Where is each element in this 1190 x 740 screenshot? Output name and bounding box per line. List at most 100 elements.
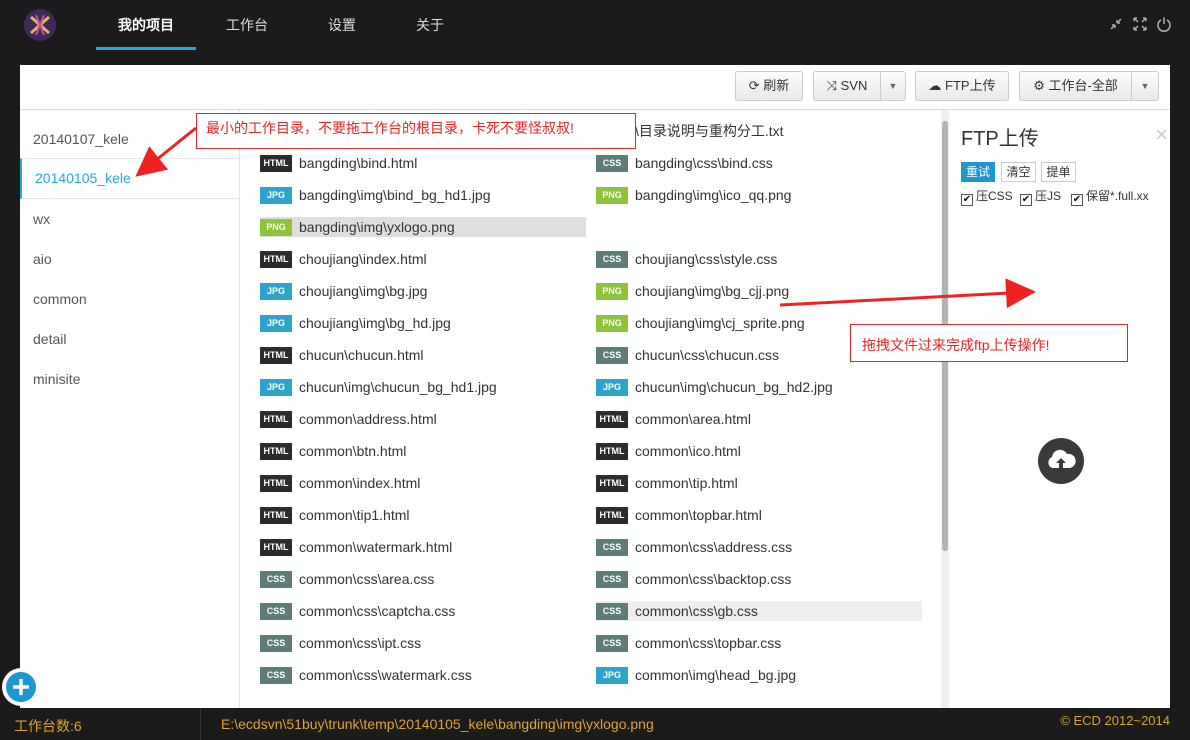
file-item[interactable]: CSS common\css\area.css bbox=[260, 569, 586, 589]
file-item[interactable]: CSS common\css\backtop.css bbox=[596, 569, 922, 589]
file-name: common\btn.html bbox=[299, 443, 407, 459]
sidebar-item-detail[interactable]: detail bbox=[20, 319, 239, 359]
file-item[interactable]: HTML common\ico.html bbox=[596, 441, 922, 461]
shuffle-icon: ⤨ bbox=[826, 78, 838, 93]
file-type-badge: HTML bbox=[596, 475, 628, 492]
workspace-dropdown-toggle[interactable]: ▼ bbox=[1132, 71, 1159, 101]
keep-full-checkbox[interactable]: ✔ 保留*.full.xx bbox=[1071, 188, 1149, 206]
app-logo bbox=[24, 9, 56, 41]
file-name: choujiang\css\style.css bbox=[635, 251, 778, 267]
file-item[interactable]: HTML chucun\chucun.html bbox=[260, 345, 586, 365]
file-name: choujiang\img\bg.jpg bbox=[299, 283, 428, 299]
gear-icon: ⚙ bbox=[1033, 78, 1045, 93]
file-name: common\css\topbar.css bbox=[635, 635, 782, 651]
toolbar: ⟳ 刷新 ⤨ SVN ▼ ☁ FTP上传 ⚙ 工作台-全部 ▼ bbox=[20, 65, 1170, 109]
power-icon[interactable] bbox=[1156, 16, 1172, 32]
tab-workspace[interactable]: 工作台 bbox=[212, 0, 282, 50]
file-item[interactable]: JPG chucun\img\chucun_bg_hd1.jpg bbox=[260, 377, 586, 397]
caret-down-icon: ▼ bbox=[888, 81, 898, 91]
compress-js-checkbox[interactable]: ✔ 压JS bbox=[1020, 188, 1061, 206]
close-icon[interactable]: × bbox=[1155, 122, 1168, 148]
compress-css-checkbox[interactable]: ✔ 压CSS bbox=[961, 188, 1013, 206]
file-item[interactable]: CSS bangding\css\bind.css bbox=[596, 153, 922, 173]
workspace-label: 工作台-全部 bbox=[1048, 78, 1118, 93]
sidebar-item-common[interactable]: common bbox=[20, 279, 239, 319]
svn-label: SVN bbox=[840, 78, 868, 93]
ftp-upload-button[interactable]: ☁ FTP上传 bbox=[915, 71, 1009, 101]
file-item[interactable]: HTML common\tip1.html bbox=[260, 505, 586, 525]
file-item[interactable]: JPG bangding\img\bind_bg_hd1.jpg bbox=[260, 185, 586, 205]
checkbox-checked-icon: ✔ bbox=[961, 194, 973, 206]
file-item[interactable]: JPG choujiang\img\bg_hd.jpg bbox=[260, 313, 586, 333]
file-item[interactable]: PNG choujiang\img\bg_cjj.png bbox=[596, 281, 922, 301]
tab-settings[interactable]: 设置 bbox=[312, 0, 372, 50]
file-type-badge: JPG bbox=[596, 379, 628, 396]
copyright: © ECD 2012~2014 bbox=[1060, 713, 1170, 728]
file-type-badge: PNG bbox=[596, 283, 628, 300]
file-item[interactable]: PNG bangding\img\ico_qq.png bbox=[596, 185, 922, 205]
sidebar-item-minisite[interactable]: minisite bbox=[20, 359, 239, 399]
sidebar-item-wx[interactable]: wx bbox=[20, 199, 239, 239]
file-type-badge: CSS bbox=[596, 571, 628, 588]
tab-my-projects[interactable]: 我的项目 bbox=[96, 0, 196, 50]
file-type-badge: JPG bbox=[260, 315, 292, 332]
file-item[interactable]: HTML common\area.html bbox=[596, 409, 922, 429]
file-item[interactable]: CSS common\css\address.css bbox=[596, 537, 922, 557]
cloud-upload-icon: ☁ bbox=[928, 78, 942, 93]
minimize-icon[interactable] bbox=[1108, 16, 1124, 32]
file-item[interactable]: HTML common\tip.html bbox=[596, 473, 922, 493]
file-item[interactable]: CSS common\css\watermark.css bbox=[260, 665, 586, 685]
file-type-badge: CSS bbox=[260, 571, 292, 588]
submit-button[interactable]: 提单 bbox=[1041, 162, 1076, 182]
file-item[interactable]: HTML common\topbar.html bbox=[596, 505, 922, 525]
file-type-badge: JPG bbox=[260, 379, 292, 396]
sidebar-item-aio[interactable]: aio bbox=[20, 239, 239, 279]
file-item[interactable]: HTML choujiang\index.html bbox=[260, 249, 586, 269]
file-item[interactable]: CSS common\css\topbar.css bbox=[596, 633, 922, 653]
file-item[interactable]: HTML bangding\bind.html bbox=[260, 153, 586, 173]
workspace-all-button[interactable]: ⚙ 工作台-全部 bbox=[1019, 71, 1132, 101]
file-type-badge: HTML bbox=[596, 411, 628, 428]
sidebar-item-20140105-kele[interactable]: 20140105_kele bbox=[20, 158, 239, 199]
svn-button[interactable]: ⤨ SVN bbox=[813, 71, 881, 101]
file-type-badge: CSS bbox=[260, 635, 292, 652]
file-name: common\watermark.html bbox=[299, 539, 453, 555]
caret-down-icon: ▼ bbox=[1140, 81, 1150, 91]
add-workspace-button[interactable] bbox=[2, 668, 40, 706]
file-item[interactable]: HTML common\watermark.html bbox=[260, 537, 586, 557]
fullscreen-icon[interactable] bbox=[1132, 16, 1148, 32]
file-type-badge: CSS bbox=[596, 603, 628, 620]
svn-dropdown-toggle[interactable]: ▼ bbox=[881, 71, 906, 101]
file-name: common\topbar.html bbox=[635, 507, 762, 523]
file-item[interactable]: HTML common\address.html bbox=[260, 409, 586, 429]
file-name: chucun\img\chucun_bg_hd2.jpg bbox=[635, 379, 833, 395]
file-item[interactable]: CSS common\css\gb.css bbox=[596, 601, 922, 621]
clear-button[interactable]: 清空 bbox=[1001, 162, 1036, 182]
file-type-badge: CSS bbox=[260, 667, 292, 684]
file-item[interactable]: CSS common\css\captcha.css bbox=[260, 601, 586, 621]
ftp-upload-panel[interactable]: FTP上传 × 重试 清空 提单 ✔ 压CSS ✔ 压JS ✔ 保留*.full.xx bbox=[950, 110, 1170, 708]
tab-about[interactable]: 关于 bbox=[400, 0, 460, 50]
refresh-icon: ⟳ bbox=[748, 78, 760, 93]
status-bar: 工作台数:6 E:\ecdsvn\51buy\trunk\temp\201401… bbox=[0, 708, 1190, 740]
file-type-badge: HTML bbox=[260, 155, 292, 172]
file-name: common\css\backtop.css bbox=[635, 571, 792, 587]
retry-button[interactable]: 重试 bbox=[961, 162, 995, 182]
file-name: common\ico.html bbox=[635, 443, 741, 459]
file-item[interactable]: PNG bangding\img\yxlogo.png bbox=[260, 217, 586, 237]
file-item[interactable]: JPG chucun\img\chucun_bg_hd2.jpg bbox=[596, 377, 922, 397]
file-type-badge: PNG bbox=[260, 219, 292, 236]
file-item[interactable]: JPG common\img\head_bg.jpg bbox=[596, 665, 922, 685]
cloud-upload-icon[interactable] bbox=[1038, 438, 1084, 484]
file-item[interactable]: CSS common\css\ipt.css bbox=[260, 633, 586, 653]
file-name: common\css\gb.css bbox=[635, 603, 758, 619]
file-type-badge: HTML bbox=[260, 539, 292, 556]
file-name: bangding\img\bind_bg_hd1.jpg bbox=[299, 187, 491, 203]
file-item[interactable]: HTML common\index.html bbox=[260, 473, 586, 493]
file-item[interactable]: TXT\目录说明与重构分工.txt bbox=[596, 121, 922, 141]
file-item[interactable]: CSS choujiang\css\style.css bbox=[596, 249, 922, 269]
file-item[interactable]: JPG choujiang\img\bg.jpg bbox=[260, 281, 586, 301]
refresh-button[interactable]: ⟳ 刷新 bbox=[735, 71, 803, 101]
file-name: common\css\ipt.css bbox=[299, 635, 422, 651]
file-item[interactable]: HTML common\btn.html bbox=[260, 441, 586, 461]
